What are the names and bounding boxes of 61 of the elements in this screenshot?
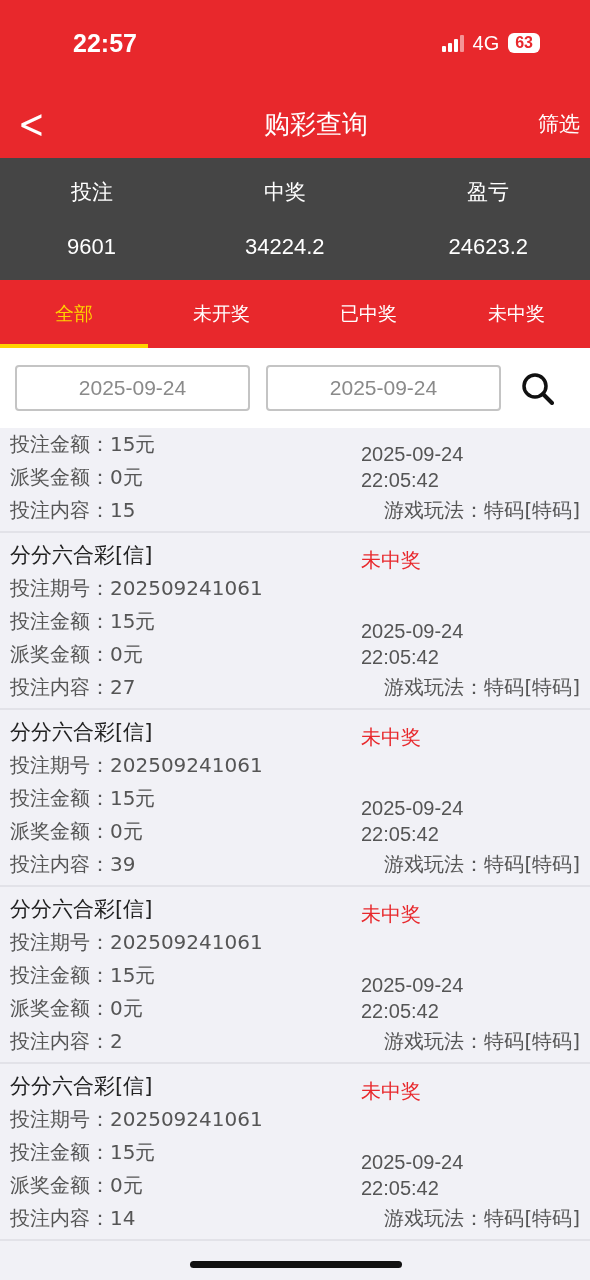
summary-value: 9601: [67, 234, 117, 260]
page-title: 购彩查询: [264, 107, 369, 141]
search-icon: [521, 371, 554, 405]
bet-content: 投注内容：14: [10, 1205, 137, 1232]
bet-date: 2025-09-24: [361, 442, 465, 467]
lottery-name: 分分六合彩[信]: [10, 1073, 154, 1100]
lottery-name: 分分六合彩[信]: [10, 542, 154, 569]
bet-date: 2025-09-24: [361, 1150, 465, 1175]
game-play: 游戏玩法：特码[特码]: [384, 1205, 580, 1232]
game-play: 游戏玩法：特码[特码]: [384, 1028, 580, 1055]
bet-period: 投注期号：202509241061: [10, 575, 264, 602]
bet-content: 投注内容：39: [10, 851, 137, 878]
bet-amount: 投注金额：15元: [10, 608, 157, 635]
summary-label: 盈亏: [467, 179, 510, 206]
payout-amount: 派奖金额：0元: [10, 464, 144, 491]
bet-time: 22:05:42: [361, 999, 440, 1024]
summary-label: 中奖: [263, 179, 306, 206]
lottery-name: 分分六合彩[信]: [10, 719, 154, 746]
bet-amount: 投注金额：15元: [10, 962, 157, 989]
bet-amount: 投注金额：15元: [10, 785, 157, 812]
signal-icon: [441, 34, 464, 52]
result-status: 未中奖: [361, 1079, 422, 1103]
filter-tab[interactable]: 未中奖: [442, 280, 590, 348]
result-status: 未中奖: [361, 725, 422, 749]
payout-amount: 派奖金额：0元: [10, 641, 144, 668]
payout-amount: 派奖金额：0元: [10, 1172, 144, 1199]
lottery-name: 分分六合彩[信]: [10, 896, 154, 923]
start-date-field[interactable]: 2025-09-24: [15, 365, 250, 411]
clock-time: 22:57: [73, 28, 137, 58]
bet-period: 投注期号：202509241061: [10, 929, 264, 956]
filter-tab[interactable]: 未开奖: [147, 280, 295, 348]
filter-tab[interactable]: 已中奖: [295, 280, 443, 348]
bet-amount: 投注金额：15元: [10, 431, 157, 458]
bet-content: 投注内容：27: [10, 674, 137, 701]
bet-date: 2025-09-24: [361, 796, 465, 821]
result-status: 未中奖: [361, 548, 422, 572]
bet-amount: 投注金额：15元: [10, 1139, 157, 1166]
back-button[interactable]: <: [18, 99, 45, 149]
game-play: 游戏玩法：特码[特码]: [384, 851, 580, 878]
bet-date: 2025-09-24: [361, 973, 465, 998]
bet-period: 投注期号：202509241061: [10, 752, 264, 779]
end-date-field[interactable]: 2025-09-24: [266, 365, 501, 411]
summary-value: 24623.2: [448, 234, 529, 260]
result-status: 未中奖: [361, 902, 422, 926]
bet-time: 22:05:42: [361, 1176, 440, 1201]
bet-time: 22:05:42: [361, 468, 440, 493]
bet-content: 投注内容：15: [10, 497, 137, 524]
bet-date: 2025-09-24: [361, 619, 465, 644]
bet-time: 22:05:42: [361, 822, 440, 847]
bet-time: 22:05:42: [361, 645, 440, 670]
filter-button[interactable]: 筛选: [538, 110, 580, 138]
game-play: 游戏玩法：特码[特码]: [384, 497, 580, 524]
payout-amount: 派奖金额：0元: [10, 995, 144, 1022]
network-label: 4G: [472, 31, 500, 55]
battery-indicator: 63: [508, 33, 540, 53]
bet-content: 投注内容：2: [10, 1028, 124, 1055]
summary-label: 投注: [70, 179, 113, 206]
payout-amount: 派奖金额：0元: [10, 818, 144, 845]
game-play: 游戏玩法：特码[特码]: [384, 674, 580, 701]
summary-value: 34224.2: [245, 234, 325, 260]
bet-period: 投注期号：202509241061: [10, 1106, 264, 1133]
